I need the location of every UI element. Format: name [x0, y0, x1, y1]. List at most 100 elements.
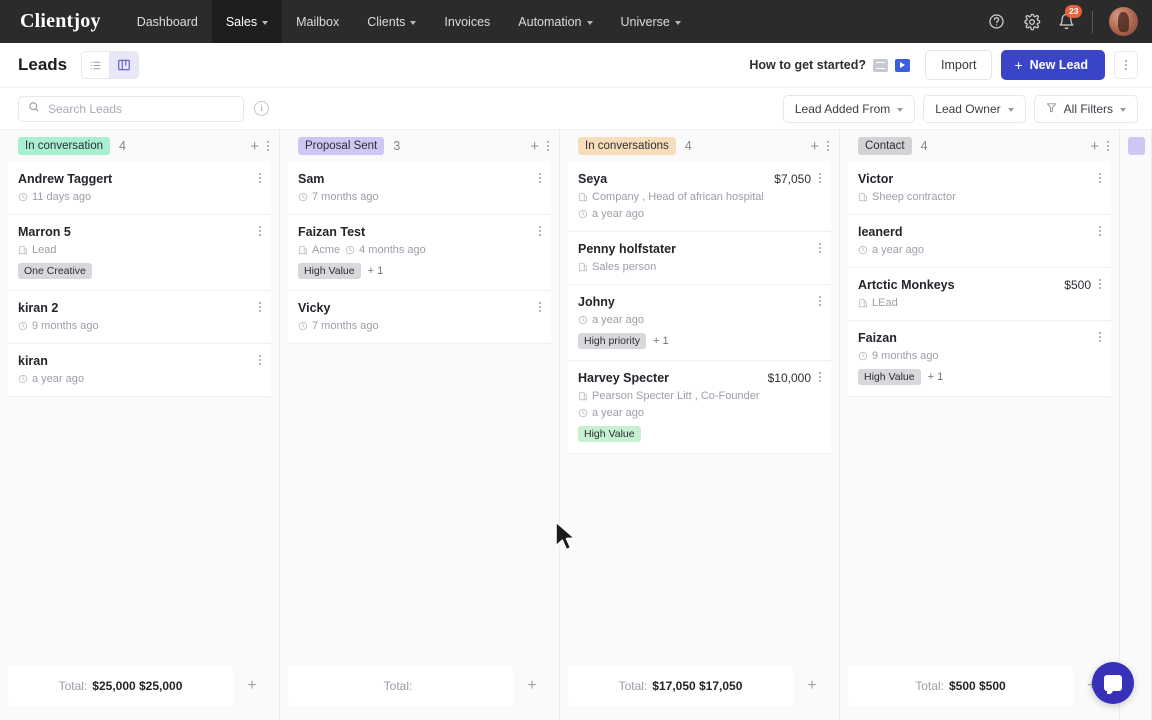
- add-card-footer-icon[interactable]: +: [793, 677, 831, 695]
- lead-tag[interactable]: One Creative: [18, 263, 92, 279]
- chevron-down-icon: [410, 21, 416, 25]
- nav-item-automation[interactable]: Automation: [504, 0, 606, 43]
- lead-meta: a year ago: [578, 314, 821, 326]
- add-card-icon[interactable]: +: [250, 139, 259, 154]
- lead-amount: $10,000: [768, 371, 811, 385]
- lead-name: Penny holfstater: [578, 242, 819, 256]
- add-card-icon[interactable]: +: [1090, 139, 1099, 154]
- lead-card[interactable]: Artctic Monkeys$500LEad: [848, 268, 1111, 321]
- kanban-column: In conversations4+Seya$7,050Company , He…: [560, 130, 840, 720]
- nav-item-clients[interactable]: Clients: [353, 0, 430, 43]
- bell-icon[interactable]: 23: [1057, 12, 1076, 31]
- kebab-menu-icon: [1125, 60, 1127, 70]
- add-card-icon[interactable]: +: [530, 139, 539, 154]
- lead-tag[interactable]: High Value: [858, 369, 921, 385]
- lead-card[interactable]: Harvey Specter$10,000Pearson Specter Lit…: [568, 361, 831, 454]
- lead-card[interactable]: Faizan TestAcme4 months agoHigh Value+ 1: [288, 215, 551, 291]
- lead-card-menu-icon[interactable]: [539, 301, 541, 312]
- column-menu-icon[interactable]: [267, 141, 269, 151]
- nav-item-dashboard[interactable]: Dashboard: [123, 0, 212, 43]
- column-menu-icon[interactable]: [1107, 141, 1109, 151]
- search-input[interactable]: [48, 102, 234, 116]
- nav-item-universe[interactable]: Universe: [607, 0, 695, 43]
- add-card-icon[interactable]: +: [810, 139, 819, 154]
- lead-card[interactable]: leanerda year ago: [848, 215, 1111, 268]
- nav-item-mailbox[interactable]: Mailbox: [282, 0, 353, 43]
- video-play-icon[interactable]: [895, 59, 910, 72]
- total-label: Total:: [915, 679, 944, 693]
- filter-button-lead-added-from[interactable]: Lead Added From: [783, 95, 915, 123]
- lead-card-menu-icon[interactable]: [819, 172, 821, 183]
- page-title: Leads: [18, 55, 67, 75]
- article-icon[interactable]: [873, 59, 888, 72]
- main-nav-items: DashboardSalesMailboxClientsInvoicesAuto…: [123, 0, 695, 43]
- lead-card[interactable]: kiran 29 months ago: [8, 291, 271, 344]
- lead-card-menu-icon[interactable]: [1099, 225, 1101, 236]
- lead-meta: a year ago: [18, 373, 261, 385]
- total-value: $25,000 $25,000: [92, 679, 182, 693]
- column-menu-icon[interactable]: [827, 141, 829, 151]
- kebab-menu-icon: [259, 226, 261, 236]
- column-total: Total:$17,050 $17,050: [568, 666, 793, 706]
- column-footer: Total:$25,000 $25,000+: [8, 666, 271, 706]
- lead-card[interactable]: Andrew Taggert11 days ago: [8, 162, 271, 215]
- lead-card[interactable]: kirana year ago: [8, 344, 271, 397]
- lead-tag-overflow[interactable]: + 1: [928, 371, 944, 383]
- stage-badge: In conversation: [18, 137, 110, 155]
- lead-card[interactable]: Seya$7,050Company , Head of african hosp…: [568, 162, 831, 232]
- info-icon[interactable]: i: [254, 101, 269, 116]
- lead-card-menu-icon[interactable]: [259, 301, 261, 312]
- brand-logo[interactable]: Clientjoy: [0, 0, 123, 43]
- lead-name: Faizan Test: [298, 225, 539, 239]
- lead-timestamp: 7 months ago: [312, 320, 379, 332]
- search-container: [18, 96, 244, 122]
- lead-card-menu-icon[interactable]: [259, 225, 261, 236]
- lead-tag[interactable]: High Value: [578, 426, 641, 442]
- lead-tag-overflow[interactable]: + 1: [653, 335, 669, 347]
- chevron-down-icon: [897, 108, 903, 112]
- lead-card[interactable]: Vicky7 months ago: [288, 291, 551, 344]
- import-button[interactable]: Import: [925, 50, 992, 80]
- lead-card[interactable]: VictorSheep contractor: [848, 162, 1111, 215]
- lead-card[interactable]: Marron 5LeadOne Creative: [8, 215, 271, 291]
- board-view-icon[interactable]: [110, 52, 138, 78]
- lead-card-menu-icon[interactable]: [259, 172, 261, 183]
- chevron-down-icon: [675, 21, 681, 25]
- lead-card-menu-icon[interactable]: [1099, 172, 1101, 183]
- nav-item-invoices[interactable]: Invoices: [430, 0, 504, 43]
- new-lead-button[interactable]: + New Lead: [1001, 50, 1105, 80]
- nav-item-sales[interactable]: Sales: [212, 0, 282, 43]
- avatar[interactable]: [1109, 7, 1138, 36]
- lead-card-menu-icon[interactable]: [259, 354, 261, 365]
- lead-timestamp: 9 months ago: [872, 350, 939, 362]
- lead-card[interactable]: Johnya year agoHigh priority+ 1: [568, 285, 831, 361]
- add-card-footer-icon[interactable]: +: [233, 677, 271, 695]
- lead-card-menu-icon[interactable]: [819, 242, 821, 253]
- filter-bar: i Lead Added From Lead Owner All Filters: [0, 88, 1152, 130]
- lead-tag-overflow[interactable]: + 1: [368, 265, 384, 277]
- add-card-footer-icon[interactable]: +: [513, 677, 551, 695]
- kanban-column-partial[interactable]: [1120, 130, 1152, 720]
- list-view-icon[interactable]: [82, 52, 110, 78]
- lead-tag[interactable]: High priority: [578, 333, 646, 349]
- lead-card[interactable]: Faizan9 months agoHigh Value+ 1: [848, 321, 1111, 397]
- lead-card-menu-icon[interactable]: [819, 295, 821, 306]
- lead-card-menu-icon[interactable]: [1099, 278, 1101, 289]
- filter-button-lead-owner[interactable]: Lead Owner: [923, 95, 1025, 123]
- lead-card-menu-icon[interactable]: [819, 371, 821, 382]
- toolbar-more-menu[interactable]: [1114, 51, 1138, 79]
- lead-card-menu-icon[interactable]: [1099, 331, 1101, 342]
- filter-button-all-filters[interactable]: All Filters: [1034, 95, 1138, 123]
- gear-icon[interactable]: [1022, 12, 1041, 31]
- lead-meta: 7 months ago: [298, 320, 541, 332]
- column-menu-icon[interactable]: [547, 141, 549, 151]
- column-total: Total:$500 $500: [848, 666, 1073, 706]
- lead-card-menu-icon[interactable]: [539, 225, 541, 236]
- chat-bubble-icon[interactable]: [1092, 662, 1134, 704]
- help-circle-icon[interactable]: [987, 12, 1006, 31]
- lead-card[interactable]: Sam7 months ago: [288, 162, 551, 215]
- lead-card-menu-icon[interactable]: [539, 172, 541, 183]
- lead-tag[interactable]: High Value: [298, 263, 361, 279]
- lead-card[interactable]: Penny holfstaterSales person: [568, 232, 831, 285]
- how-to-get-started[interactable]: How to get started?: [749, 58, 910, 72]
